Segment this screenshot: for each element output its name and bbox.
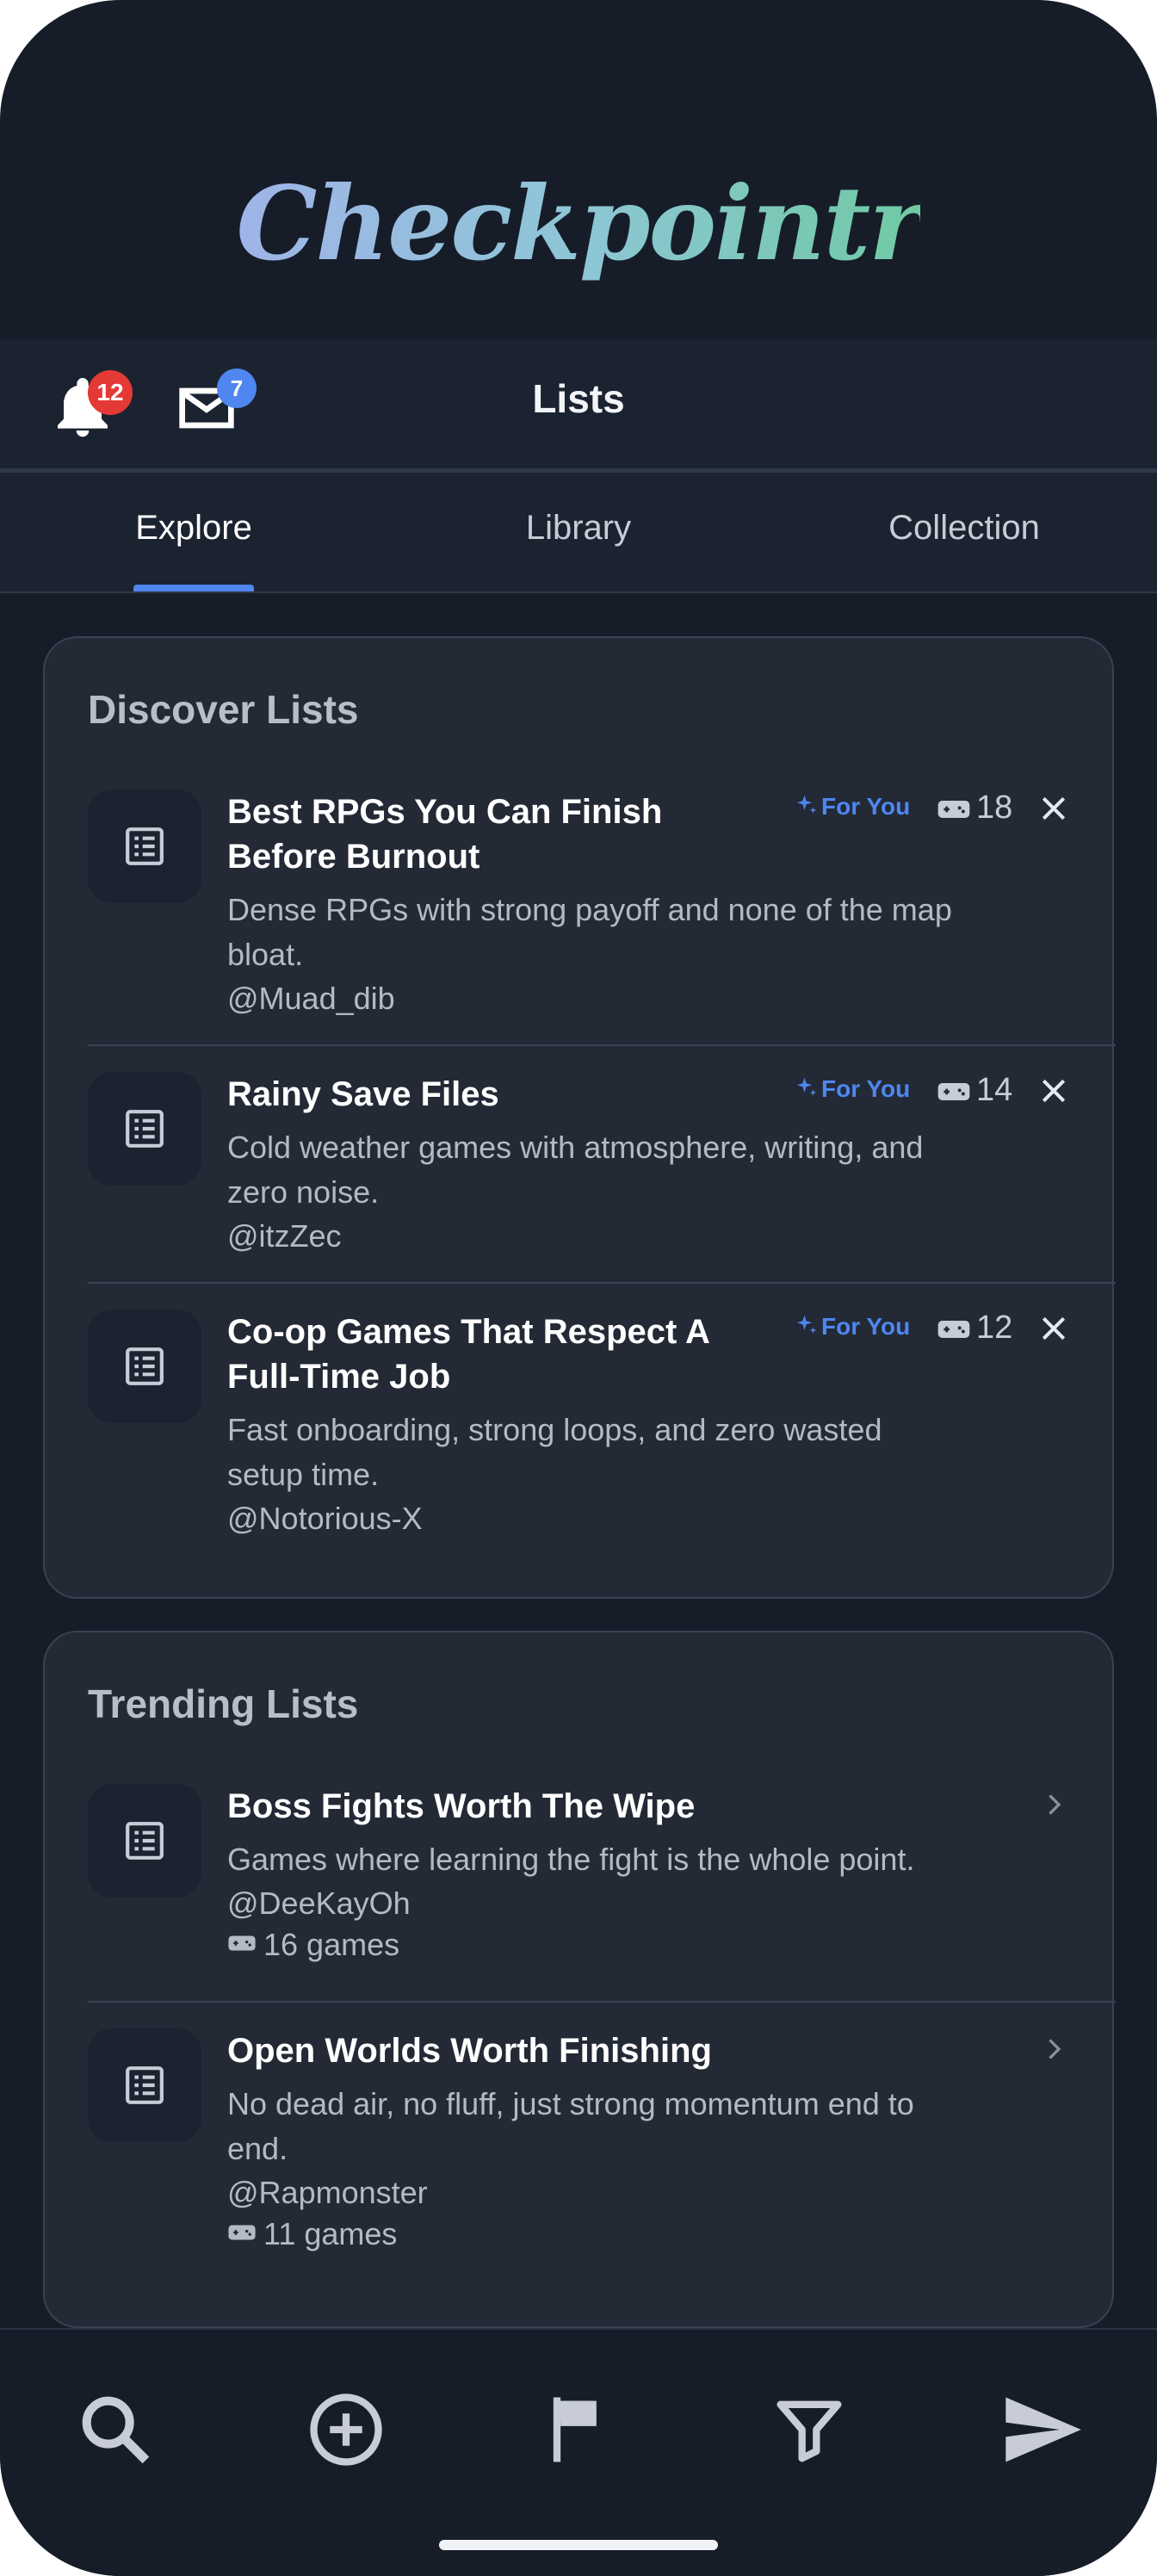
filter-icon [776,2400,842,2462]
sparkle-icon [796,795,817,814]
gamepad-icon [937,801,970,818]
divider [88,1044,1116,1046]
list-item[interactable]: Rainy Save Files Cold weather games with… [45,1072,1116,1275]
app-logo: Checkpointr [0,164,1157,336]
flag-icon [553,2397,597,2462]
list-description: No dead air, no fluff, just strong momen… [227,2086,914,2121]
sparkle-icon [796,1077,817,1096]
tab-library[interactable]: Library [492,509,665,548]
send-button[interactable] [999,2387,1085,2473]
add-button[interactable] [303,2387,389,2473]
list-item[interactable]: Best RPGs You Can Finish Before Burnout … [45,790,1116,1039]
gamepad-icon [937,1321,970,1338]
list-author[interactable]: @Rapmonster [227,2175,428,2211]
divider [88,1282,1116,1284]
list-icon [88,1072,201,1186]
dismiss-button[interactable] [1036,1074,1071,1108]
list-description-cont: end. [227,2131,288,2166]
chevron-right-icon [1049,1794,1061,1815]
list-title: Rainy Save Files [227,1075,499,1113]
home-indicator[interactable] [439,2540,718,2550]
list-icon [88,1784,201,1898]
list-description: Games where learning the fight is the wh… [227,1842,915,1877]
game-count: 12 [976,1310,1013,1346]
sparkle-icon [796,1315,817,1334]
trending-lists-heading: Trending Lists [88,1681,359,1726]
logo-text: Checkpointr [236,164,923,283]
page-title: Lists [532,376,625,421]
list-title: Boss Fights Worth The Wipe [227,1787,696,1825]
game-count: 14 [976,1072,1013,1108]
discover-lists-heading: Discover Lists [88,687,359,732]
gamepad-icon [937,1083,970,1100]
list-description: Cold weather games with atmosphere, writ… [227,1130,924,1165]
dismiss-button[interactable] [1036,791,1071,826]
list-description-cont: zero noise. [227,1174,380,1210]
filter-button[interactable] [766,2387,852,2473]
list-author[interactable]: @Notorious-X [227,1501,423,1537]
search-icon [82,2396,150,2464]
list-title-cont: Full-Time Job [227,1358,451,1396]
list-author[interactable]: @Muad_dib [227,981,395,1017]
games-count: 16 games [263,1927,400,1962]
gamepad-icon [228,1935,256,1951]
search-button[interactable] [72,2387,158,2473]
tab-bar: Explore Library Collection [0,473,1157,593]
for-you-tag: For You [821,1313,911,1340]
active-tab-indicator [133,585,254,591]
list-title-cont: Before Burnout [227,838,480,876]
divider [88,2001,1116,2003]
list-title: Best RPGs You Can Finish [227,793,663,831]
list-description: Fast onboarding, strong loops, and zero … [227,1412,882,1447]
dismiss-button[interactable] [1036,1311,1071,1346]
trending-lists-card: Trending Lists Boss Fights Worth The Wip… [43,1631,1116,2328]
list-description-cont: setup time. [227,1457,380,1492]
list-author[interactable]: @itzZec [227,1218,342,1254]
tab-explore[interactable]: Explore [133,509,254,548]
list-title: Co-op Games That Respect A [227,1313,710,1351]
flag-button[interactable] [535,2387,622,2473]
for-you-tag: For You [821,1075,911,1102]
gamepad-icon [228,2225,256,2240]
list-icon [88,790,201,903]
list-icon [88,2028,201,2142]
list-item[interactable]: Boss Fights Worth The Wipe Games where l… [45,1784,1116,1991]
list-description-cont: bloat. [227,937,304,972]
game-count: 18 [976,790,1013,826]
list-author[interactable]: @DeeKayOh [227,1886,411,1922]
list-icon [88,1310,201,1423]
for-you-tag: For You [821,793,911,820]
chevron-right-icon [1049,2039,1061,2059]
list-item[interactable]: Open Worlds Worth Finishing No dead air,… [45,2028,1116,2287]
games-count: 11 games [263,2216,398,2251]
list-item[interactable]: Co-op Games That Respect A Full-Time Job… [45,1310,1116,1559]
add-circle-icon [310,2393,382,2466]
bottom-navigation [0,2328,1157,2576]
send-icon [1005,2397,1081,2462]
app-screen: Checkpointr 12 7 Lists Explore Library C… [0,0,1157,2576]
list-description: Dense RPGs with strong payoff and none o… [227,892,952,927]
header-bar: 12 7 Lists [0,339,1157,473]
list-title: Open Worlds Worth Finishing [227,2032,712,2070]
tab-collection[interactable]: Collection [869,509,1059,548]
discover-lists-card: Discover Lists Best RPGs You Can Finish … [43,636,1116,1599]
